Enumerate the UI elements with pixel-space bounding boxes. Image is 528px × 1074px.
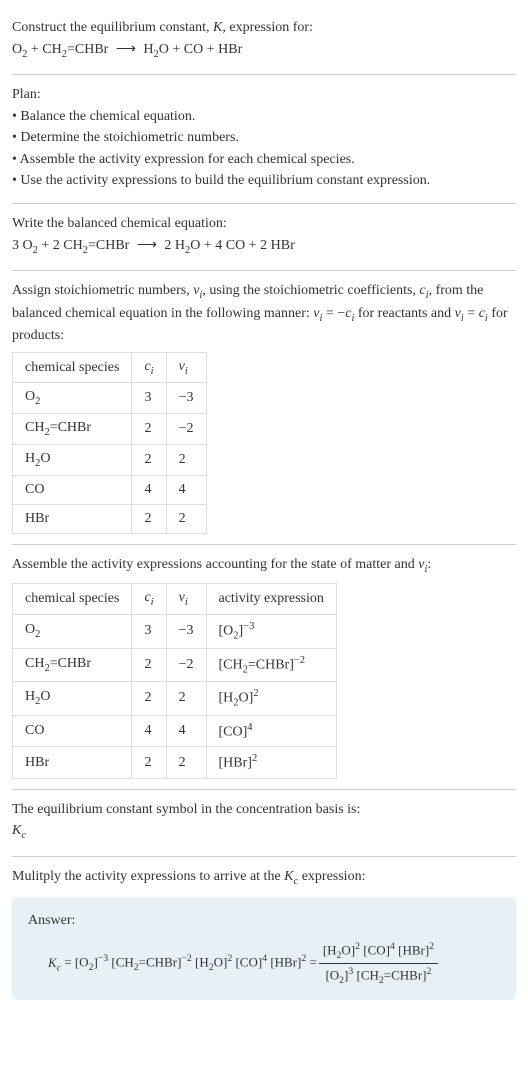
plan-item: • Assemble the activity expression for e… [12, 150, 516, 170]
plan-item: • Determine the stoichiometric numbers. [12, 128, 516, 148]
balanced-title: Write the balanced chemical equation: [12, 214, 516, 234]
table-header-row: chemical species ci νi [13, 352, 207, 383]
header-section: Construct the equilibrium constant, K, e… [12, 8, 516, 75]
header-line1: Construct the equilibrium constant, K, e… [12, 18, 516, 38]
cell-vi: 2 [166, 445, 206, 476]
cell-ci: 2 [132, 445, 166, 476]
cell-species: CO [13, 715, 132, 747]
table-row: H2O 2 2 [H2O]2 [13, 682, 337, 715]
table-row: CO 4 4 [13, 475, 207, 504]
balanced-section: Write the balanced chemical equation: 3 … [12, 204, 516, 271]
th-species: chemical species [13, 352, 132, 383]
stoich-section: Assign stoichiometric numbers, νi, using… [12, 271, 516, 545]
symbol-line2: Kc [12, 821, 516, 843]
table-row: HBr 2 2 [13, 504, 207, 533]
answer-lhs: Kc = [O2]−3 [CH2=CHBr]−2 [H2O]2 [CO]4 [H… [48, 953, 317, 973]
answer-box: Answer: Kc = [O2]−3 [CH2=CHBr]−2 [H2O]2 … [12, 897, 516, 999]
cell-ci: 2 [132, 648, 166, 681]
cell-vi: 2 [166, 747, 206, 779]
plan-section: Plan: • Balance the chemical equation. •… [12, 75, 516, 204]
cell-species: O2 [13, 615, 132, 648]
table-row: HBr 2 2 [HBr]2 [13, 747, 337, 779]
answer-numerator: [H2O]2 [CO]4 [HBr]2 [319, 941, 438, 964]
cell-vi: −3 [166, 615, 206, 648]
table-row: CH2=CHBr 2 −2 [13, 414, 207, 445]
table-row: H2O 2 2 [13, 445, 207, 476]
stoich-table: chemical species ci νi O2 3 −3 CH2=CHBr … [12, 352, 207, 534]
cell-species: H2O [13, 682, 132, 715]
table-row: CO 4 4 [CO]4 [13, 715, 337, 747]
cell-vi: −2 [166, 414, 206, 445]
th-ci: ci [132, 352, 166, 383]
table-row: O2 3 −3 [13, 383, 207, 414]
th-ci: ci [132, 584, 166, 615]
table-header-row: chemical species ci νi activity expressi… [13, 584, 337, 615]
th-vi: νi [166, 352, 206, 383]
th-activity: activity expression [206, 584, 336, 615]
plan-item: • Balance the chemical equation. [12, 107, 516, 127]
cell-ci: 3 [132, 615, 166, 648]
cell-species: O2 [13, 383, 132, 414]
table-row: O2 3 −3 [O2]−3 [13, 615, 337, 648]
cell-activity: [H2O]2 [206, 682, 336, 715]
cell-species: H2O [13, 445, 132, 476]
cell-ci: 2 [132, 414, 166, 445]
plan-item: • Use the activity expressions to build … [12, 171, 516, 191]
multiply-title: Mulitply the activity expressions to arr… [12, 867, 516, 889]
cell-ci: 3 [132, 383, 166, 414]
plan-title: Plan: [12, 85, 516, 105]
cell-vi: 2 [166, 504, 206, 533]
th-vi: νi [166, 584, 206, 615]
cell-activity: [HBr]2 [206, 747, 336, 779]
activity-section: Assemble the activity expressions accoun… [12, 545, 516, 790]
cell-vi: 4 [166, 715, 206, 747]
answer-label: Answer: [28, 911, 500, 931]
cell-vi: 4 [166, 475, 206, 504]
activity-intro: Assemble the activity expressions accoun… [12, 555, 516, 577]
cell-ci: 2 [132, 504, 166, 533]
answer-denominator: [O2]3 [CH2=CHBr]2 [321, 964, 435, 986]
cell-ci: 2 [132, 682, 166, 715]
cell-vi: 2 [166, 682, 206, 715]
cell-vi: −3 [166, 383, 206, 414]
cell-ci: 4 [132, 715, 166, 747]
stoich-intro: Assign stoichiometric numbers, νi, using… [12, 281, 516, 346]
header-equation: O2 + CH2=CHBr ⟶ H2O + CO + HBr [12, 40, 516, 62]
th-species: chemical species [13, 584, 132, 615]
symbol-line1: The equilibrium constant symbol in the c… [12, 800, 516, 820]
cell-species: HBr [13, 504, 132, 533]
cell-activity: [CH2=CHBr]−2 [206, 648, 336, 681]
symbol-section: The equilibrium constant symbol in the c… [12, 790, 516, 857]
cell-ci: 2 [132, 747, 166, 779]
cell-species: CH2=CHBr [13, 648, 132, 681]
activity-table: chemical species ci νi activity expressi… [12, 583, 337, 778]
cell-activity: [O2]−3 [206, 615, 336, 648]
cell-ci: 4 [132, 475, 166, 504]
answer-equation: Kc = [O2]−3 [CH2=CHBr]−2 [H2O]2 [CO]4 [H… [28, 941, 500, 986]
cell-activity: [CO]4 [206, 715, 336, 747]
table-row: CH2=CHBr 2 −2 [CH2=CHBr]−2 [13, 648, 337, 681]
cell-species: CH2=CHBr [13, 414, 132, 445]
answer-fraction: [H2O]2 [CO]4 [HBr]2 [O2]3 [CH2=CHBr]2 [319, 941, 438, 986]
multiply-section: Mulitply the activity expressions to arr… [12, 857, 516, 1010]
cell-species: HBr [13, 747, 132, 779]
cell-vi: −2 [166, 648, 206, 681]
cell-species: CO [13, 475, 132, 504]
balanced-equation: 3 O2 + 2 CH2=CHBr ⟶ 2 H2O + 4 CO + 2 HBr [12, 236, 516, 258]
